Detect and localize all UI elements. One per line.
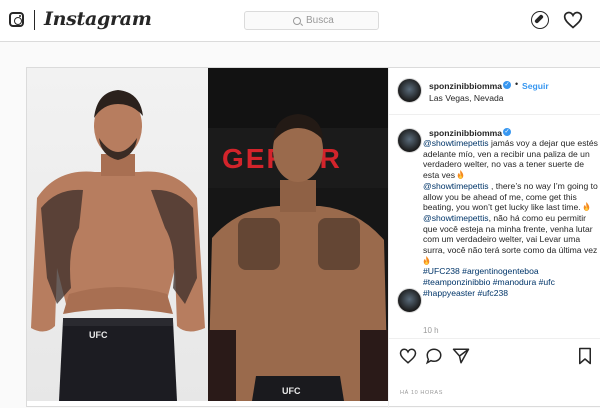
caption-username[interactable]: sponzinibbiomma <box>429 128 502 138</box>
fire-emoji-icon <box>423 255 430 265</box>
right-fighter-photo: GER AR UFC <box>208 68 388 401</box>
instagram-logo-icon[interactable] <box>9 12 24 27</box>
top-navigation-bar: Instagram Busca <box>0 0 600 42</box>
avatar[interactable] <box>397 78 422 103</box>
left-fighter-photo: UFC <box>27 68 208 401</box>
hashtags-line[interactable]: #happyeaster #ufc238 <box>423 288 599 299</box>
fire-emoji-icon <box>458 170 464 180</box>
activity-heart-icon[interactable] <box>563 10 583 30</box>
hashtags-line[interactable]: #UFC238 #argentinogenteboa <box>423 266 599 277</box>
logo-divider <box>34 10 35 30</box>
caption-avatar[interactable] <box>397 128 422 153</box>
caption-time: 10 h <box>423 326 439 335</box>
post-caption: @showtimepettis jamás voy a dejar que es… <box>423 138 599 299</box>
post-image[interactable]: UFC GER AR UFC <box>27 68 388 401</box>
comment-avatar[interactable] <box>397 288 422 313</box>
caption-english: @showtimepettis , there’s no way I’m goi… <box>423 181 599 213</box>
post-header: sponzinibbiomma ✓ • Seguir Las Vegas, Ne… <box>389 68 600 115</box>
left-fighter-illustration: UFC <box>31 90 205 401</box>
left-shorts-logo: UFC <box>89 330 108 340</box>
hashtags-line[interactable]: #teamponzinibbio #manodura #ufc <box>423 277 599 288</box>
caption-portuguese: @showtimepettis, não há como eu permitir… <box>423 213 599 267</box>
save-bookmark-icon[interactable] <box>576 347 594 365</box>
follow-button[interactable]: Seguir <box>522 81 549 91</box>
caption-spanish: @showtimepettis jamás voy a dejar que es… <box>423 138 599 181</box>
mention-link[interactable]: @showtimepettis <box>423 181 489 191</box>
post-sidebar: sponzinibbiomma ✓ • Seguir Las Vegas, Ne… <box>388 68 600 408</box>
post-location[interactable]: Las Vegas, Nevada <box>429 93 504 103</box>
mention-link[interactable]: @showtimepettis <box>423 213 489 223</box>
search-placeholder: Busca <box>306 15 334 26</box>
post-username[interactable]: sponzinibbiomma <box>429 81 502 91</box>
instagram-wordmark[interactable]: Instagram <box>44 8 152 30</box>
search-input[interactable]: Busca <box>244 11 379 30</box>
like-heart-icon[interactable] <box>399 347 417 365</box>
share-paper-plane-icon[interactable] <box>452 347 470 365</box>
explore-compass-icon[interactable] <box>531 11 549 29</box>
search-icon <box>293 17 301 25</box>
comment-bubble-icon[interactable] <box>425 347 443 365</box>
right-shorts-logo: UFC <box>282 386 301 396</box>
post-card: UFC GER AR UFC spon <box>26 67 600 408</box>
mention-link[interactable]: @showtimepettis <box>423 138 489 148</box>
verified-badge-icon: ✓ <box>503 81 511 89</box>
fire-emoji-icon <box>583 202 590 212</box>
right-fighter-illustration: GER AR UFC <box>208 114 388 401</box>
separator-dot: • <box>515 79 519 89</box>
post-timestamp: HÁ 10 HORAS <box>400 390 443 396</box>
action-bar <box>389 338 600 378</box>
caption-verified-badge-icon: ✓ <box>503 128 511 136</box>
